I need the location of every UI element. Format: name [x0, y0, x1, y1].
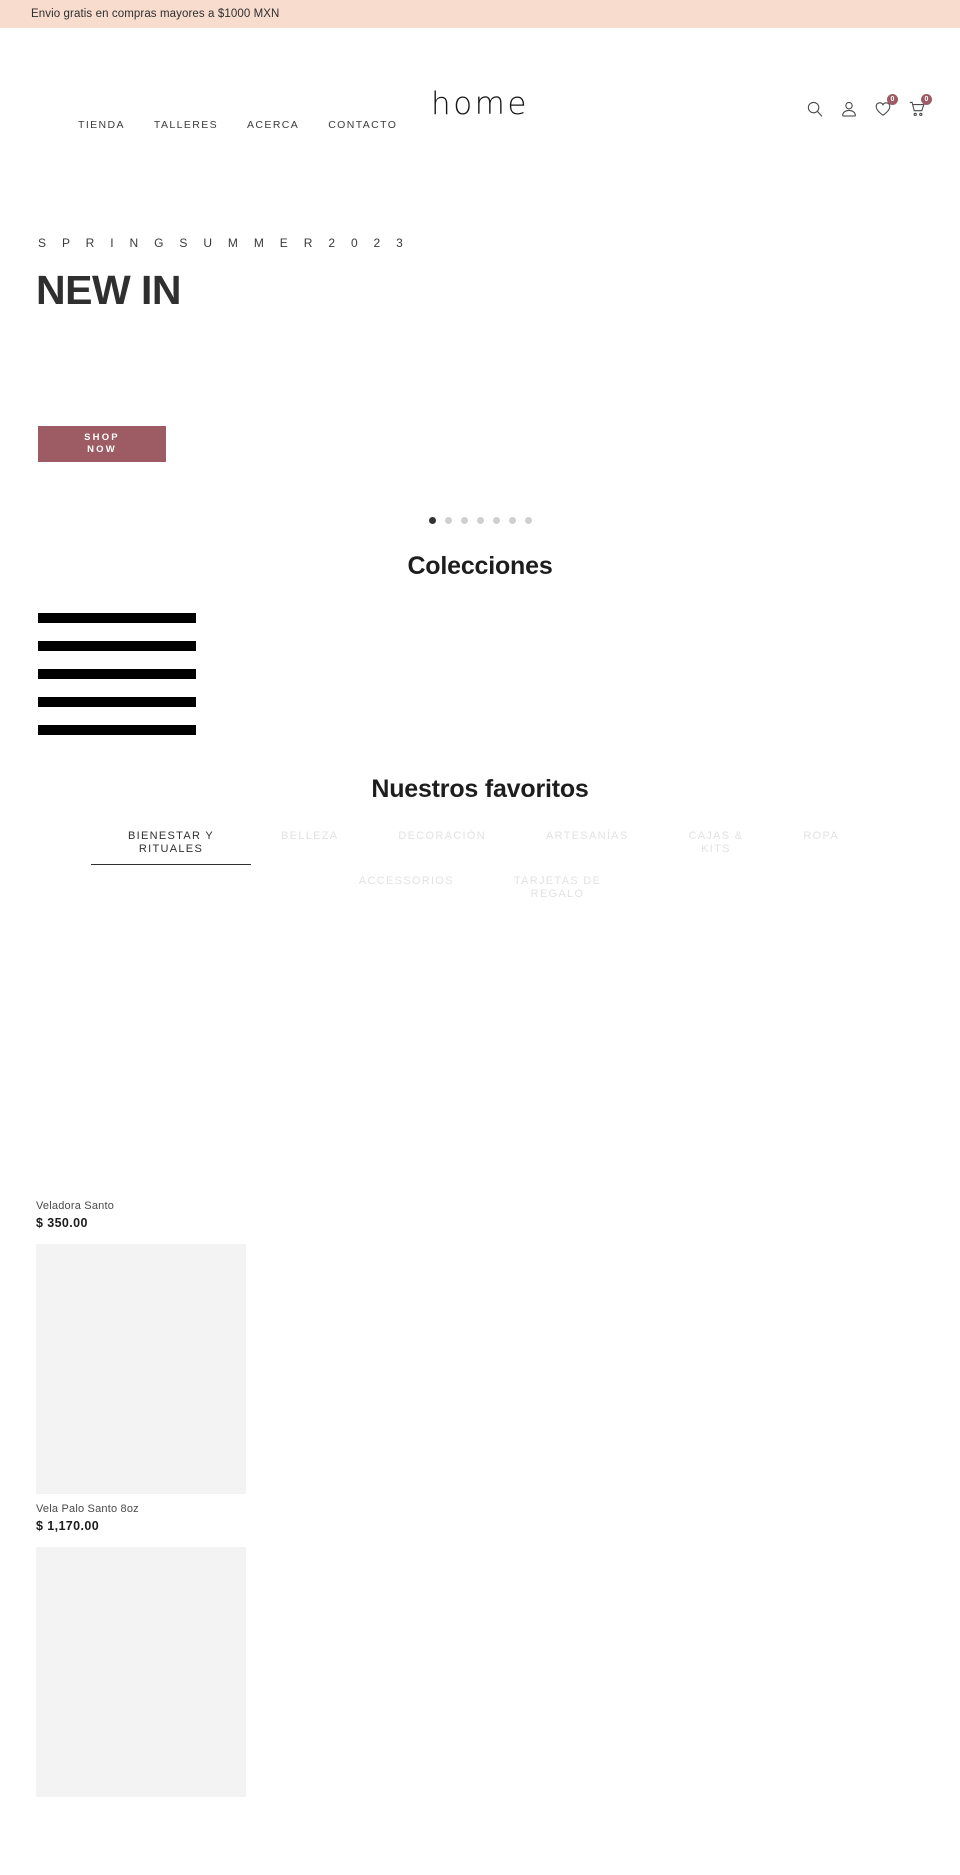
product-image[interactable] [36, 1244, 246, 1494]
product-grid: Veladora Santo $ 350.00 Vela Palo Santo 8o… [0, 941, 960, 1797]
collection-item-3[interactable] [38, 669, 196, 679]
favorites-category-tabs: BIENESTAR Y RITUALES BELLEZA DECORACIÓN ART… [0, 830, 960, 901]
product-price: $ 350.00 [36, 1216, 88, 1230]
category-tab-3[interactable]: ARTESANÍAS [516, 830, 659, 843]
hero-banner: S P R I N G S U M M E R 2 0 2 3 NEW IN S… [0, 103, 960, 523]
favorites-heading: Nuestros favoritos [371, 775, 589, 803]
collections-list [0, 613, 960, 735]
product-price: $ 1,170.00 [36, 1519, 100, 1533]
product-card[interactable]: Veladora Santo $ 350.00 [36, 941, 960, 1230]
hero-eyebrow: S P R I N G S U M M E R 2 0 2 3 [38, 236, 410, 250]
collection-item-2[interactable] [38, 641, 196, 651]
category-tab-5[interactable]: ROPA [773, 830, 869, 843]
collection-item-5[interactable] [38, 725, 196, 735]
product-image[interactable] [36, 941, 246, 1191]
category-tab-2[interactable]: DECORACIÓN [368, 830, 516, 843]
shop-now-line2: NOW [87, 444, 117, 455]
announcement-bar: Envio gratis en compras mayores a $1000 … [0, 0, 960, 28]
collection-item-1[interactable] [38, 613, 196, 623]
category-tab-7[interactable]: TARJETAS DE REGALO [484, 875, 631, 901]
product-name: Vela Palo Santo 8oz [36, 1503, 139, 1515]
collections-heading: Colecciones [407, 552, 553, 580]
shop-now-button[interactable]: SHOP NOW [38, 426, 166, 462]
collection-item-4[interactable] [38, 697, 196, 707]
category-tab-1[interactable]: BELLEZA [251, 830, 368, 843]
category-tab-4[interactable]: CAJAS & KITS [658, 830, 773, 856]
shop-now-line1: SHOP [84, 432, 120, 443]
product-card[interactable]: Vela Palo Santo 8oz $ 1,170.00 [36, 1244, 960, 1533]
product-image[interactable] [36, 1547, 246, 1797]
hero-title: NEW IN [36, 267, 182, 313]
announcement-text: Envio gratis en compras mayores a $1000 … [31, 8, 280, 20]
product-card[interactable] [36, 1547, 960, 1797]
product-name: Veladora Santo [36, 1200, 115, 1212]
category-tab-0[interactable]: BIENESTAR Y RITUALES [91, 830, 251, 865]
site-header: TIENDA TALLERES ACERCA CONTACTO home 0 0 [0, 28, 960, 131]
category-tab-6[interactable]: ACCESSORIOS [329, 875, 484, 888]
